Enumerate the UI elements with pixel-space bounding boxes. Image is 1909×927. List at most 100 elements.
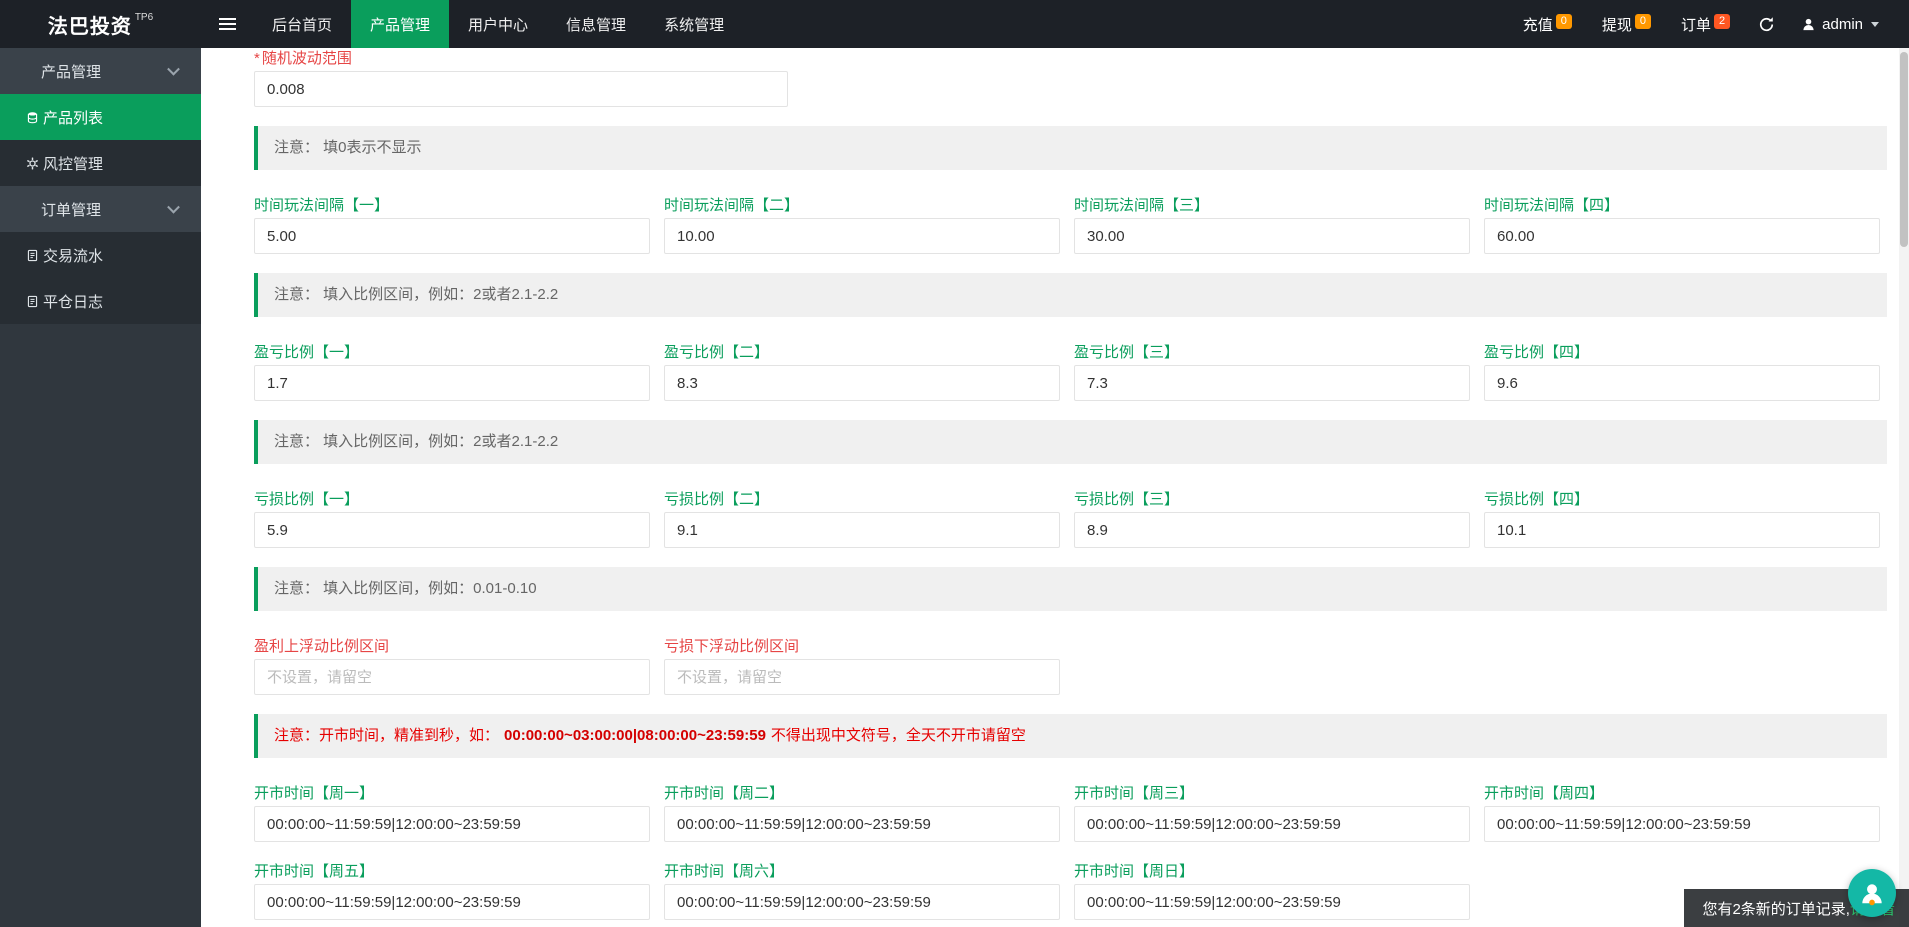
open-time-thu-label: 开市时间【周四】: [1484, 785, 1605, 802]
profit-ratio-2-label: 盈亏比例【二】: [664, 344, 770, 361]
open-time-wed-input[interactable]: [1074, 806, 1470, 842]
time-interval-4-input[interactable]: [1484, 218, 1880, 254]
orders-badge: 2: [1714, 13, 1731, 29]
nav-tab-home[interactable]: 后台首页: [253, 0, 351, 48]
profit-ratio-1-label: 盈亏比例【一】: [254, 344, 360, 361]
row-loss-ratios: 亏损比例【一】 亏损比例【二】 亏损比例【三】 亏损比例【四】: [254, 491, 1899, 548]
recharge-link[interactable]: 充值 0: [1523, 13, 1572, 35]
loss-float-label: 亏损下浮动比例区间: [664, 638, 800, 655]
loss-ratio-4-input[interactable]: [1484, 512, 1880, 548]
withdraw-label: 提现: [1601, 16, 1632, 34]
profit-ratio-4-input[interactable]: [1484, 365, 1880, 401]
sidebar-item-trade-flow[interactable]: 交易流水: [0, 232, 201, 278]
profit-ratio-4-label: 盈亏比例【四】: [1484, 344, 1590, 361]
hamburger-icon[interactable]: [201, 0, 253, 48]
product-edit-form: *随机波动范围 注意： 填0表示不显示 时间玩法间隔【一】 时间玩法间隔【二】 …: [201, 48, 1899, 920]
open-time-sat-label: 开市时间【周六】: [664, 863, 785, 880]
sidebar-item-label: 产品列表: [43, 109, 104, 127]
sidebar-item-label: 订单管理: [41, 201, 102, 219]
sidebar-item-product-list[interactable]: 产品列表: [0, 94, 201, 140]
sidebar-item-product-manage[interactable]: 产品管理: [0, 48, 201, 94]
scrollbar-thumb[interactable]: [1900, 52, 1908, 247]
nav-tab-info[interactable]: 信息管理: [547, 0, 645, 48]
note-ratio-range-3: 注意： 填入比例区间，例如：0.01-0.10: [254, 567, 1887, 611]
chevron-down-icon: [167, 62, 180, 76]
document-icon: [26, 294, 39, 308]
nav-tab-user-center[interactable]: 用户中心: [449, 0, 547, 48]
time-interval-2-label: 时间玩法间隔【二】: [664, 197, 800, 214]
open-time-wed-label: 开市时间【周三】: [1074, 785, 1195, 802]
volatility-label: * 随机波动范围: [254, 50, 352, 67]
refresh-icon[interactable]: [1758, 16, 1775, 33]
profit-ratio-3-label: 盈亏比例【三】: [1074, 344, 1180, 361]
note-ratio-range-2: 注意： 填入比例区间，例如：2或者2.1-2.2: [254, 420, 1887, 464]
nav-tab-system[interactable]: 系统管理: [645, 0, 743, 48]
open-time-mon-label: 开市时间【周一】: [254, 785, 375, 802]
loss-ratio-3-label: 亏损比例【三】: [1074, 491, 1180, 508]
sidebar-item-label: 平仓日志: [43, 293, 104, 311]
withdraw-badge: 0: [1634, 13, 1651, 29]
profit-ratio-3-input[interactable]: [1074, 365, 1470, 401]
open-time-tue-input[interactable]: [664, 806, 1060, 842]
open-time-mon-input[interactable]: [254, 806, 650, 842]
row-open-times-2: 开市时间【周五】 开市时间【周六】 开市时间【周日】: [254, 863, 1899, 920]
note-ratio-range-1: 注意： 填入比例区间，例如：2或者2.1-2.2: [254, 273, 1887, 317]
profit-ratio-1-input[interactable]: [254, 365, 650, 401]
loss-ratio-4-label: 亏损比例【四】: [1484, 491, 1590, 508]
sidebar-item-label: 产品管理: [41, 63, 102, 81]
row-profit-ratios: 盈亏比例【一】 盈亏比例【二】 盈亏比例【三】 盈亏比例【四】: [254, 344, 1899, 401]
note-open-time: 注意：开市时间，精准到秒，如： 00:00:00~03:00:00|08:00:0…: [254, 714, 1887, 758]
loss-ratio-3-input[interactable]: [1074, 512, 1470, 548]
orders-label: 订单: [1681, 16, 1712, 34]
chevron-down-icon: [1871, 21, 1879, 27]
top-navbar: 法巴投资 TP6 后台首页 产品管理 用户中心 信息管理 系统管理 充值 0 提现…: [0, 0, 1909, 48]
nav-tab-product[interactable]: 产品管理: [351, 0, 450, 48]
loss-ratio-1-label: 亏损比例【一】: [254, 491, 360, 508]
sidebar-item-order-manage[interactable]: 订单管理: [0, 186, 201, 232]
time-interval-1-label: 时间玩法间隔【一】: [254, 197, 390, 214]
user-menu[interactable]: admin: [1801, 16, 1879, 33]
profit-float-input[interactable]: [254, 659, 650, 695]
time-interval-1-input[interactable]: [254, 218, 650, 254]
app-logo-version: TP6: [134, 11, 154, 23]
profit-float-label: 盈利上浮动比例区间: [254, 638, 390, 655]
product-list-icon: [26, 110, 39, 124]
recharge-badge: 0: [1555, 13, 1572, 29]
sidebar-item-risk-manage[interactable]: 风控管理: [0, 140, 201, 186]
open-time-sun-input[interactable]: [1074, 884, 1470, 920]
gear-icon: [26, 156, 39, 170]
sidebar-item-label: 交易流水: [43, 247, 104, 265]
app-logo[interactable]: 法巴投资 TP6: [0, 0, 201, 48]
row-float-ranges: 盈利上浮动比例区间 亏损下浮动比例区间: [254, 638, 1899, 695]
field-volatility: * 随机波动范围: [254, 50, 1899, 107]
customer-service-icon: [1862, 884, 1882, 906]
time-interval-4-label: 时间玩法间隔【四】: [1484, 197, 1620, 214]
loss-ratio-1-input[interactable]: [254, 512, 650, 548]
withdraw-link[interactable]: 提现 0: [1601, 13, 1651, 35]
time-interval-2-input[interactable]: [664, 218, 1060, 254]
app-logo-text: 法巴投资: [47, 15, 132, 38]
sidebar-item-label: 风控管理: [43, 155, 104, 173]
time-interval-3-input[interactable]: [1074, 218, 1470, 254]
page-scrollbar[interactable]: [1899, 48, 1909, 927]
main-content: *随机波动范围 注意： 填0表示不显示 时间玩法间隔【一】 时间玩法间隔【二】 …: [201, 48, 1899, 927]
customer-service-button[interactable]: [1848, 869, 1896, 917]
row-time-intervals: 时间玩法间隔【一】 时间玩法间隔【二】 时间玩法间隔【三】 时间玩法间隔【四】: [254, 197, 1899, 254]
profit-ratio-2-input[interactable]: [664, 365, 1060, 401]
orders-link[interactable]: 订单 2: [1681, 13, 1731, 35]
open-time-thu-input[interactable]: [1484, 806, 1880, 842]
open-time-fri-input[interactable]: [254, 884, 650, 920]
open-time-tue-label: 开市时间【周二】: [664, 785, 785, 802]
loss-float-input[interactable]: [664, 659, 1060, 695]
volatility-input[interactable]: [254, 71, 788, 107]
navbar-right: 充值 0 提现 0 订单 2 admin: [1493, 0, 1909, 48]
loss-ratio-2-input[interactable]: [664, 512, 1060, 548]
open-time-fri-label: 开市时间【周五】: [254, 863, 375, 880]
sidebar-item-close-log[interactable]: 平仓日志: [0, 278, 201, 324]
toast-text: 您有2条新的订单记录,: [1702, 900, 1850, 918]
open-time-sat-input[interactable]: [664, 884, 1060, 920]
username: admin: [1822, 15, 1863, 33]
open-time-sun-label: 开市时间【周日】: [1074, 863, 1195, 880]
loss-ratio-2-label: 亏损比例【二】: [664, 491, 770, 508]
user-icon: [1801, 17, 1816, 32]
